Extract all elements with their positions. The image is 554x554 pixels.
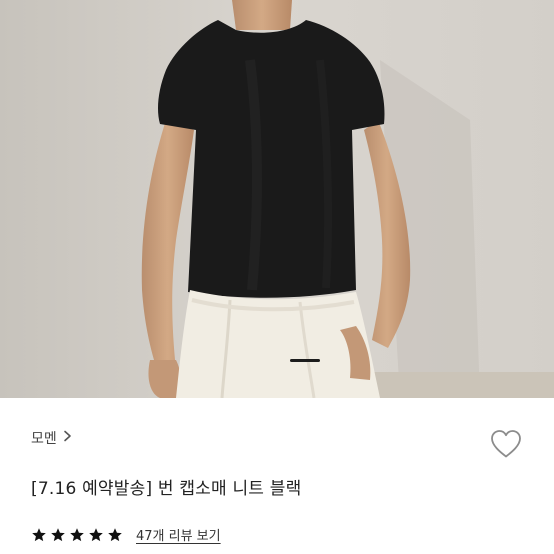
- wishlist-heart-icon[interactable]: [489, 428, 523, 460]
- rating-stars: [31, 527, 123, 543]
- product-title: [7.16 예약발송] 번 캡소매 니트 블랙: [31, 479, 302, 499]
- slide-indicator: [290, 359, 320, 362]
- review-link[interactable]: 47개 리뷰 보기: [136, 525, 221, 544]
- brand-name: 모멘: [31, 431, 57, 447]
- product-image[interactable]: [0, 0, 554, 398]
- chevron-right-icon: [63, 430, 72, 446]
- product-info-panel: 모멘 [7.16 예약발송] 번 캡소매 니트 블랙 47개 리뷰 보기: [0, 398, 554, 554]
- product-photo-illustration: [0, 0, 554, 398]
- star-icon: [70, 527, 84, 541]
- star-icon: [51, 527, 65, 541]
- rating-row: 47개 리뷰 보기: [31, 525, 221, 544]
- star-icon: [108, 527, 122, 541]
- star-icon: [89, 527, 103, 541]
- brand-link[interactable]: 모멘: [31, 428, 72, 448]
- star-icon: [32, 527, 46, 541]
